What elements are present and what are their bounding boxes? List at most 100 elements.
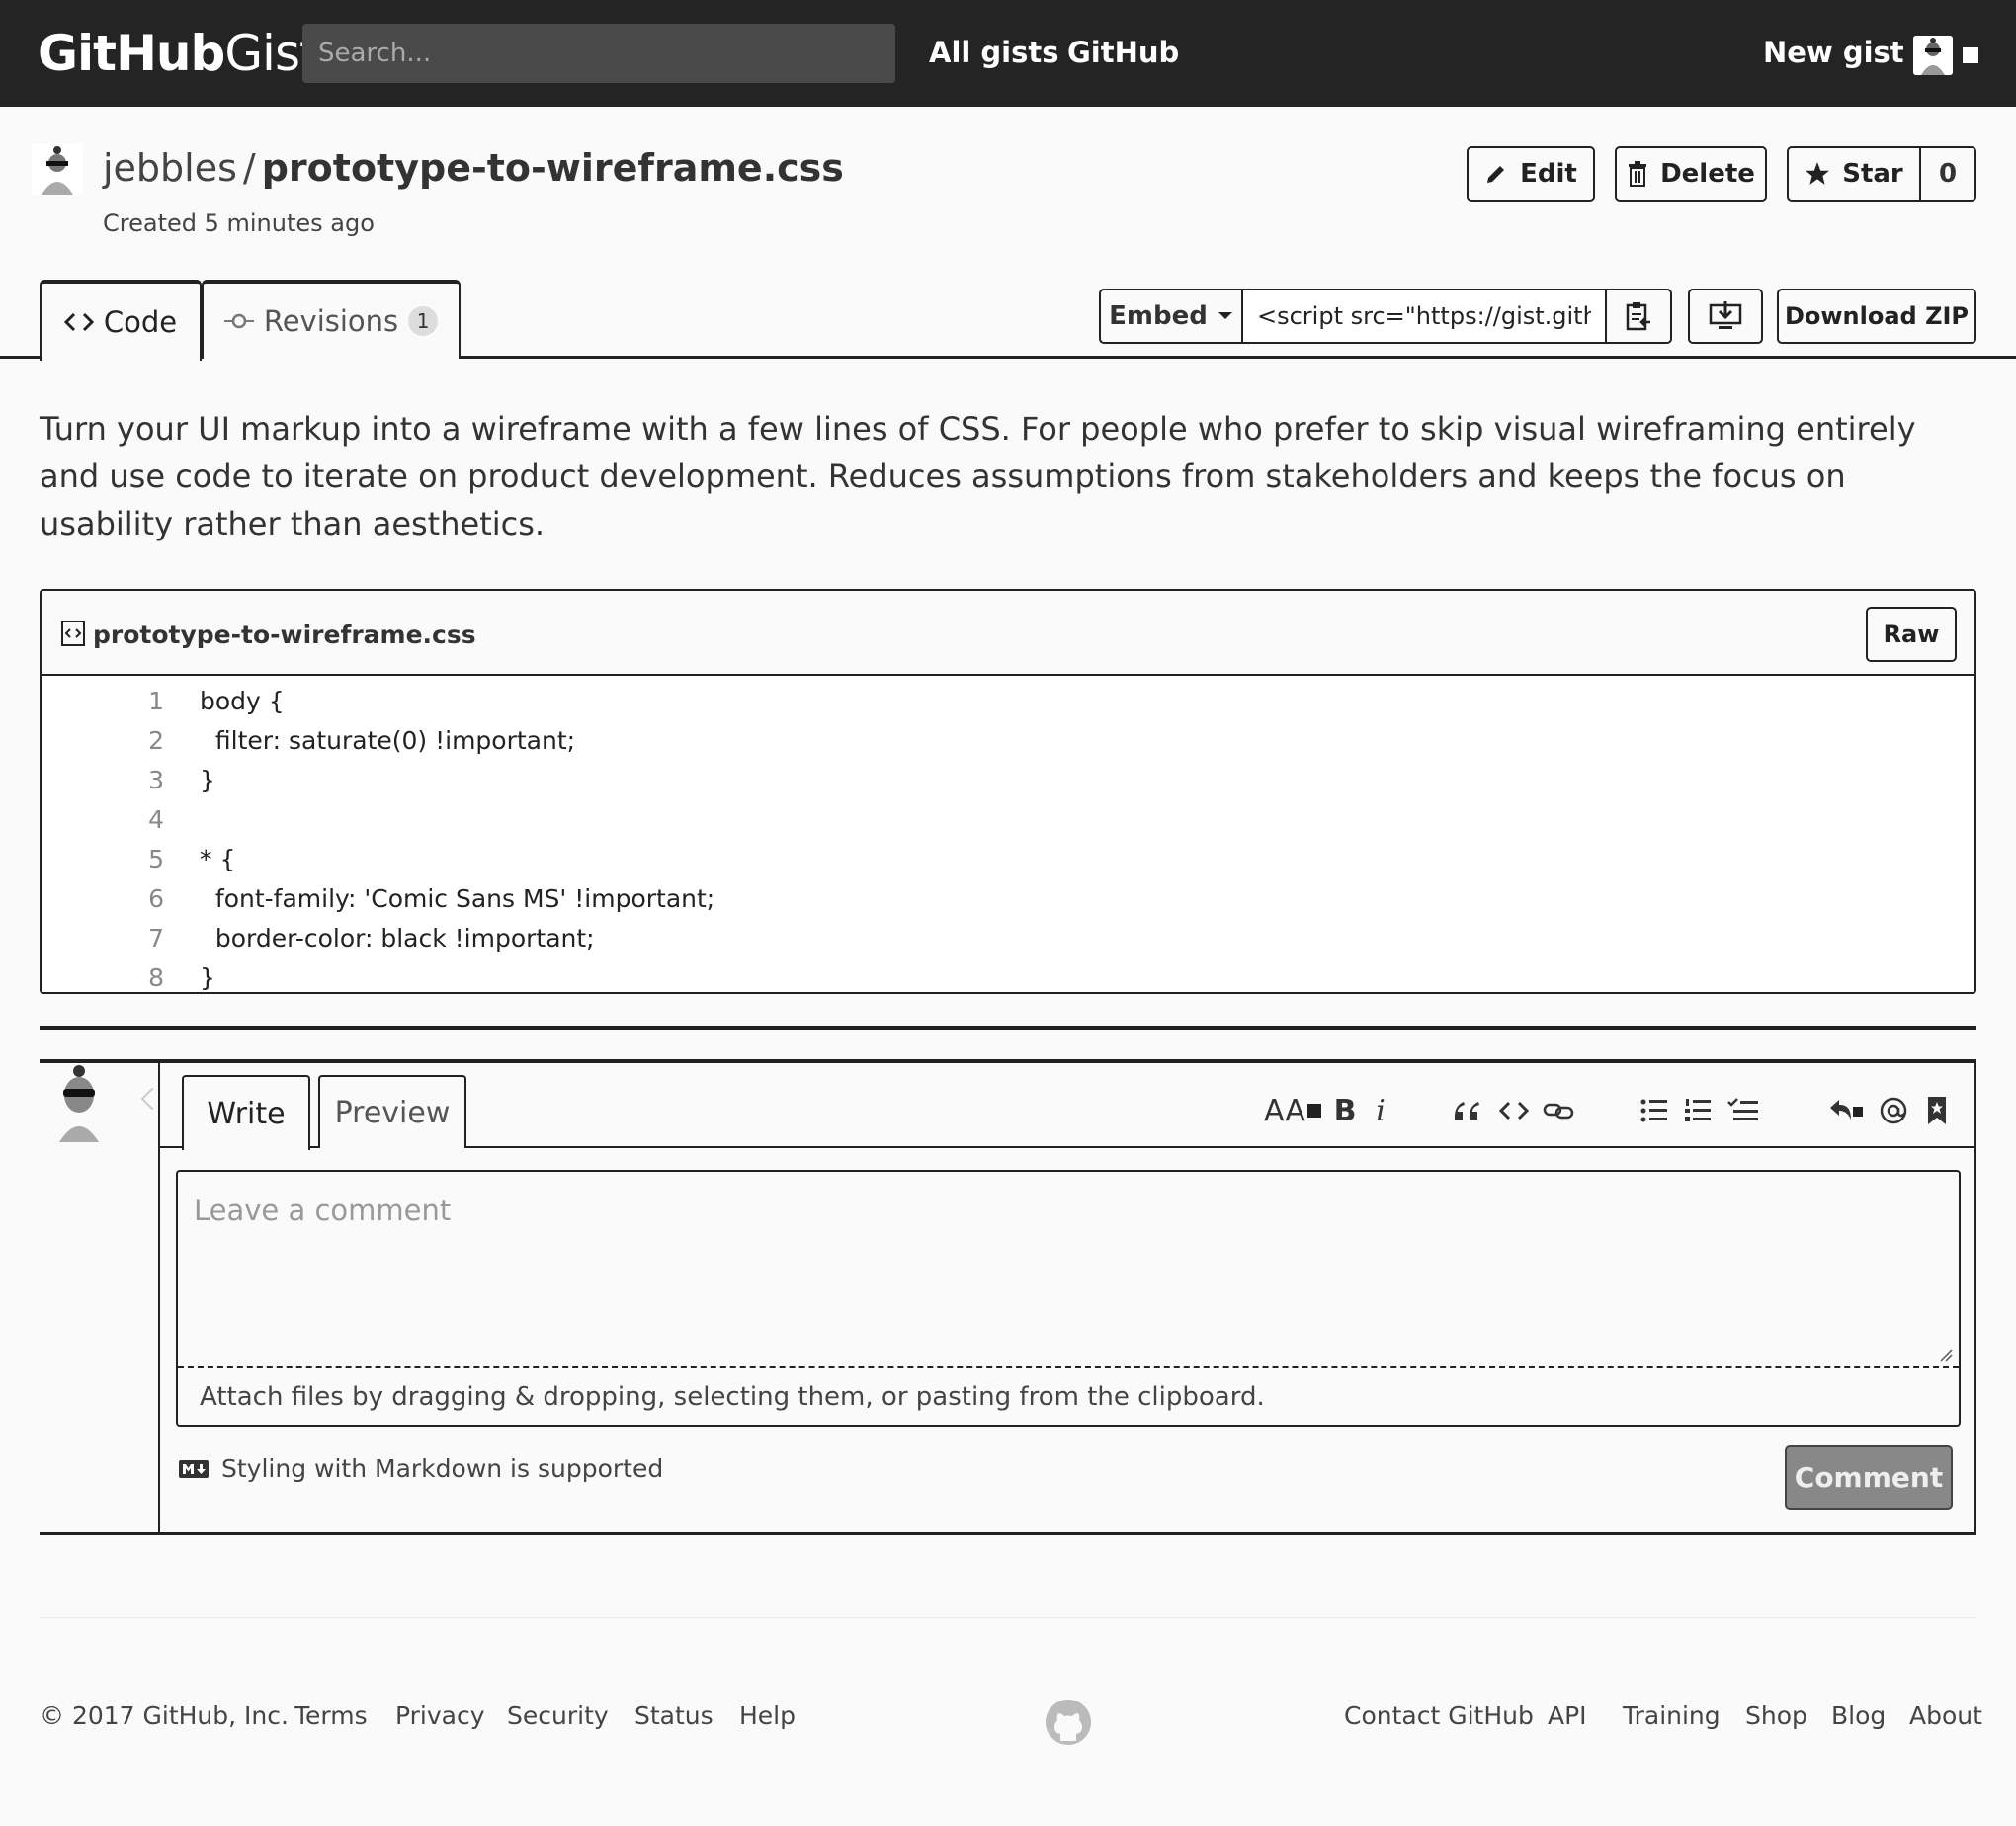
user-avatar-image bbox=[1913, 36, 1953, 75]
line-number[interactable]: 5 bbox=[101, 840, 164, 879]
gist-owner-link[interactable]: jebbles bbox=[103, 146, 237, 190]
footer-link-contact[interactable]: Contact GitHub bbox=[1344, 1702, 1534, 1730]
clipboard-icon bbox=[1626, 302, 1650, 331]
footer-link-help[interactable]: Help bbox=[739, 1702, 796, 1730]
commit-icon bbox=[223, 313, 254, 329]
link-tool[interactable] bbox=[1540, 1093, 1579, 1128]
file-code-icon bbox=[61, 621, 85, 646]
gist-description: Turn your UI markup into a wireframe wit… bbox=[40, 410, 1916, 542]
tab-revisions-label: Revisions bbox=[263, 304, 399, 338]
edit-button[interactable]: Edit bbox=[1467, 146, 1595, 202]
bullet-list-tool[interactable] bbox=[1637, 1093, 1672, 1128]
star-button-label: Star bbox=[1842, 159, 1903, 189]
tab-code-label: Code bbox=[103, 305, 178, 339]
task-list-tool[interactable] bbox=[1723, 1093, 1763, 1128]
file-box: prototype-to-wireframe.css Raw 1 body { 2… bbox=[40, 589, 1976, 994]
top-navbar: GitHubGist All gists GitHub New gist bbox=[0, 0, 2016, 107]
footer-link-terms[interactable]: Terms bbox=[294, 1702, 368, 1730]
file-attach-dropzone[interactable]: Attach files by dragging & dropping, sel… bbox=[178, 1366, 1959, 1427]
code-line: 3} bbox=[42, 761, 1974, 800]
section-divider bbox=[40, 1026, 1976, 1030]
nav-all-gists[interactable]: All gists bbox=[929, 36, 1059, 69]
comment-submit-button[interactable]: Comment bbox=[1785, 1445, 1953, 1510]
line-code: body { bbox=[200, 687, 285, 715]
footer-link-api[interactable]: API bbox=[1548, 1702, 1587, 1730]
commenter-avatar-image bbox=[40, 1063, 119, 1142]
code-tool[interactable] bbox=[1496, 1093, 1532, 1128]
embed-select-button[interactable]: Embed bbox=[1099, 289, 1243, 344]
delete-button[interactable]: Delete bbox=[1615, 146, 1767, 202]
footer-link-shop[interactable]: Shop bbox=[1745, 1702, 1807, 1730]
reply-tool[interactable] bbox=[1820, 1093, 1872, 1128]
comment-form: Write Preview AA B i Leave a comment Att… bbox=[158, 1063, 1976, 1534]
search-input[interactable] bbox=[302, 24, 895, 83]
line-number[interactable]: 3 bbox=[101, 761, 164, 800]
link-icon bbox=[1543, 1103, 1574, 1120]
nav-github[interactable]: GitHub bbox=[1067, 36, 1179, 69]
line-code: filter: saturate(0) !important; bbox=[200, 726, 576, 755]
created-timestamp: Created 5 minutes ago bbox=[103, 209, 375, 237]
user-avatar[interactable] bbox=[1913, 36, 1953, 75]
embed-code-input[interactable] bbox=[1241, 289, 1607, 344]
owner-avatar-image bbox=[32, 143, 83, 195]
footer-link-blog[interactable]: Blog bbox=[1831, 1702, 1886, 1730]
line-number[interactable]: 2 bbox=[101, 721, 164, 761]
footer-link-privacy[interactable]: Privacy bbox=[395, 1702, 485, 1730]
gist-logo[interactable]: GitHubGist bbox=[38, 25, 319, 82]
resize-handle-icon[interactable] bbox=[1939, 1348, 1953, 1362]
tab-preview[interactable]: Preview bbox=[318, 1075, 466, 1148]
commenter-avatar[interactable] bbox=[40, 1063, 119, 1142]
open-in-desktop-button[interactable] bbox=[1688, 289, 1763, 344]
mention-tool[interactable] bbox=[1876, 1093, 1911, 1128]
trash-icon bbox=[1629, 161, 1647, 187]
footer-divider bbox=[40, 1617, 1976, 1618]
footer-link-security[interactable]: Security bbox=[507, 1702, 609, 1730]
quote-tool[interactable] bbox=[1449, 1093, 1484, 1128]
line-code: font-family: 'Comic Sans MS' !important; bbox=[200, 884, 715, 913]
code-line: 6 font-family: 'Comic Sans MS' !importan… bbox=[42, 879, 1974, 919]
bold-tool[interactable]: B bbox=[1330, 1093, 1360, 1128]
footer-link-training[interactable]: Training bbox=[1623, 1702, 1721, 1730]
logo-text-github: GitHub bbox=[38, 25, 225, 82]
footer-link-about[interactable]: About bbox=[1909, 1702, 1982, 1730]
file-name-link[interactable]: prototype-to-wireframe.css bbox=[93, 621, 476, 649]
bookmark-icon bbox=[1928, 1097, 1946, 1124]
gist-filename-link[interactable]: prototype-to-wireframe.css bbox=[262, 146, 844, 190]
title-separator: / bbox=[242, 146, 256, 190]
code-line: 5 * { bbox=[42, 840, 1974, 879]
desktop-download-icon bbox=[1709, 301, 1742, 329]
copy-to-clipboard-button[interactable] bbox=[1605, 289, 1672, 344]
comment-textarea[interactable] bbox=[178, 1172, 1959, 1366]
tab-write[interactable]: Write bbox=[182, 1075, 310, 1150]
line-number[interactable]: 7 bbox=[101, 919, 164, 958]
raw-button[interactable]: Raw bbox=[1866, 607, 1957, 662]
line-code: border-color: black !important; bbox=[200, 924, 595, 953]
numbered-list-tool[interactable] bbox=[1680, 1093, 1716, 1128]
code-line: 4 bbox=[42, 800, 1974, 840]
star-count[interactable]: 0 bbox=[1919, 146, 1976, 202]
line-code: } bbox=[200, 963, 215, 992]
code-icon bbox=[1499, 1101, 1529, 1120]
line-number[interactable]: 1 bbox=[101, 682, 164, 721]
download-zip-button[interactable]: Download ZIP bbox=[1777, 289, 1976, 344]
line-number[interactable]: 8 bbox=[101, 958, 164, 998]
gist-title: jebbles / prototype-to-wireframe.css bbox=[103, 146, 844, 190]
code-line: 2 filter: saturate(0) !important; bbox=[42, 721, 1974, 761]
code-line: 1 body { bbox=[42, 682, 1974, 721]
star-button[interactable]: Star bbox=[1787, 146, 1921, 202]
tab-revisions[interactable]: Revisions 1 bbox=[202, 280, 461, 359]
caret-square-icon bbox=[1306, 1104, 1321, 1118]
header-text-tool[interactable]: AA bbox=[1263, 1093, 1322, 1128]
footer-link-status[interactable]: Status bbox=[634, 1702, 714, 1730]
tab-code[interactable]: Code bbox=[40, 280, 202, 361]
line-number[interactable]: 6 bbox=[101, 879, 164, 919]
user-menu-caret-icon[interactable] bbox=[1963, 47, 1978, 63]
owner-avatar[interactable] bbox=[32, 143, 83, 195]
markdown-support-note[interactable]: Styling with Markdown is supported bbox=[178, 1454, 663, 1483]
new-gist-link[interactable]: New gist bbox=[1763, 36, 1904, 69]
italic-tool[interactable]: i bbox=[1368, 1093, 1393, 1128]
line-number[interactable]: 4 bbox=[101, 800, 164, 840]
saved-replies-tool[interactable] bbox=[1919, 1093, 1955, 1128]
github-octocat-icon[interactable] bbox=[1044, 1698, 1093, 1747]
reply-icon bbox=[1830, 1100, 1863, 1120]
